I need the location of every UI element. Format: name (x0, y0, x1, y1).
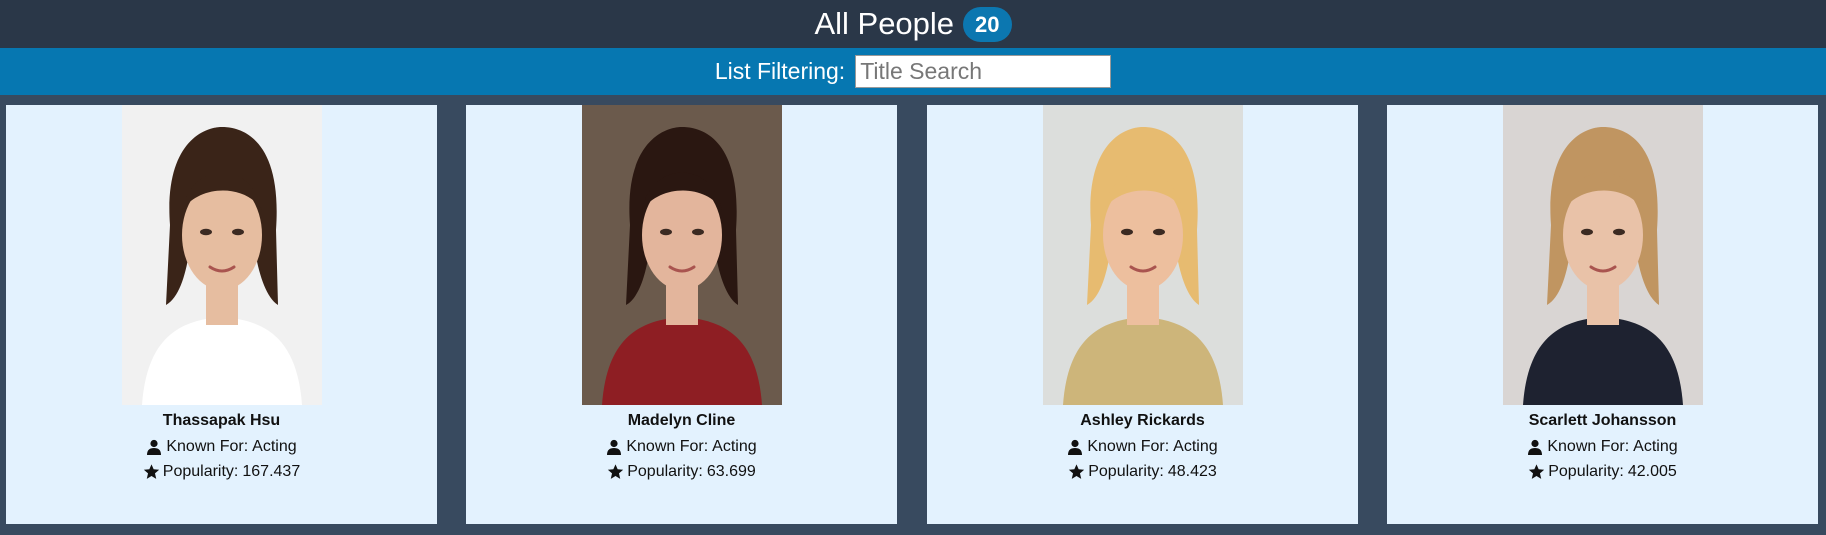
known-for-label: Known For: (1547, 438, 1630, 455)
known-for-value: Acting (1633, 438, 1678, 455)
popularity-row: Popularity: 63.699 (607, 463, 756, 481)
title-search-input[interactable] (855, 55, 1112, 88)
known-for-value: Acting (712, 438, 757, 455)
star-icon (143, 464, 159, 480)
popularity-row: Popularity: 48.423 (1068, 463, 1217, 481)
person-name[interactable]: Scarlett Johansson (1529, 412, 1677, 430)
known-for-label: Known For: (166, 438, 249, 455)
popularity-label: Popularity: (1548, 463, 1624, 480)
star-icon (1528, 464, 1545, 480)
person-photo[interactable] (121, 105, 322, 405)
popularity-label: Popularity: (162, 463, 239, 480)
user-icon (1067, 439, 1083, 455)
known-for-row: Known For: Acting (1527, 438, 1678, 456)
person-name[interactable]: Madelyn Cline (628, 412, 736, 430)
filter-label: List Filtering: (714, 58, 846, 84)
person-card[interactable]: Thassapak Hsu Known For: Acting Populari… (6, 105, 437, 524)
count-badge: 20 (963, 6, 1012, 42)
popularity-row: Popularity: 42.005 (1528, 463, 1677, 481)
known-for-value: Acting (1173, 438, 1218, 455)
page-header: All People 20 (0, 0, 1826, 48)
user-icon (146, 439, 162, 455)
person-card[interactable]: Scarlett Johansson Known For: Acting Pop… (1387, 105, 1818, 524)
person-card[interactable]: Madelyn Cline Known For: Acting Populari… (466, 105, 897, 524)
person-name[interactable]: Ashley Rickards (1080, 412, 1205, 430)
known-for-row: Known For: Acting (606, 438, 757, 456)
popularity-row: Popularity: 167.437 (143, 463, 300, 481)
user-icon (1527, 439, 1543, 455)
person-card[interactable]: Ashley Rickards Known For: Acting Popula… (927, 105, 1358, 524)
filter-bar: List Filtering: (0, 48, 1826, 95)
people-grid: Thassapak Hsu Known For: Acting Populari… (0, 95, 1826, 535)
known-for-label: Known For: (1087, 438, 1170, 455)
known-for-row: Known For: Acting (1067, 438, 1218, 456)
person-photo[interactable] (1502, 105, 1703, 405)
popularity-label: Popularity: (627, 463, 703, 480)
person-photo[interactable] (1042, 105, 1243, 405)
popularity-label: Popularity: (1088, 463, 1164, 480)
popularity-value: 167.437 (242, 463, 301, 480)
star-icon (1068, 464, 1085, 480)
page-title: All People (814, 6, 955, 41)
known-for-value: Acting (252, 438, 297, 455)
popularity-value: 63.699 (706, 463, 756, 480)
person-photo[interactable] (581, 105, 782, 405)
popularity-value: 42.005 (1627, 463, 1677, 480)
star-icon (607, 464, 624, 480)
person-name[interactable]: Thassapak Hsu (163, 412, 280, 430)
user-icon (606, 439, 622, 455)
known-for-label: Known For: (626, 438, 709, 455)
popularity-value: 48.423 (1167, 463, 1217, 480)
known-for-row: Known For: Acting (146, 438, 297, 456)
